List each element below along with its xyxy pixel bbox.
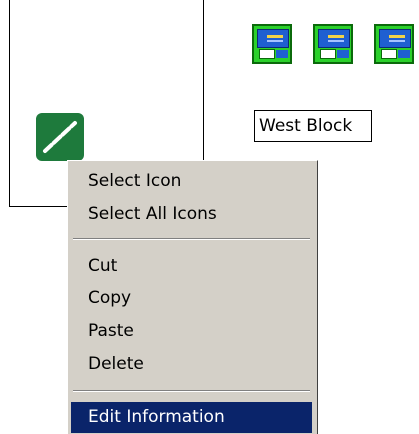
equipment-panel <box>398 50 410 58</box>
block-left-border <box>9 0 10 207</box>
equipment-icon-3[interactable] <box>374 24 414 64</box>
menu-item-edit-information[interactable]: Edit Information <box>71 402 312 433</box>
diagonal-line-icon <box>43 121 77 153</box>
equipment-icon-1[interactable] <box>252 24 292 64</box>
menu-separator <box>73 238 310 240</box>
equipment-icon-2[interactable] <box>313 24 353 64</box>
block-bottom-border <box>9 206 69 207</box>
menu-item-paste[interactable]: Paste <box>71 316 312 347</box>
context-menu[interactable]: Select Icon Select All Icons Cut Copy Pa… <box>67 160 318 434</box>
equipment-screen <box>257 29 289 48</box>
equipment-slot <box>320 49 336 59</box>
block-label[interactable]: West Block <box>254 110 372 142</box>
diagram-canvas[interactable]: West Block Select Icon Select All Icons … <box>0 0 419 434</box>
link-icon[interactable] <box>36 113 84 161</box>
equipment-screen <box>379 29 411 48</box>
equipment-panel <box>337 50 349 58</box>
menu-item-select-all-icons[interactable]: Select All Icons <box>71 199 312 230</box>
menu-item-copy[interactable]: Copy <box>71 283 312 314</box>
menu-item-delete[interactable]: Delete <box>71 349 312 380</box>
menu-separator <box>73 390 310 392</box>
equipment-panel <box>276 50 288 58</box>
equipment-slot <box>259 49 275 59</box>
equipment-screen <box>318 29 350 48</box>
equipment-slot <box>381 49 397 59</box>
menu-item-select-icon[interactable]: Select Icon <box>71 166 312 197</box>
menu-item-cut[interactable]: Cut <box>71 251 312 282</box>
